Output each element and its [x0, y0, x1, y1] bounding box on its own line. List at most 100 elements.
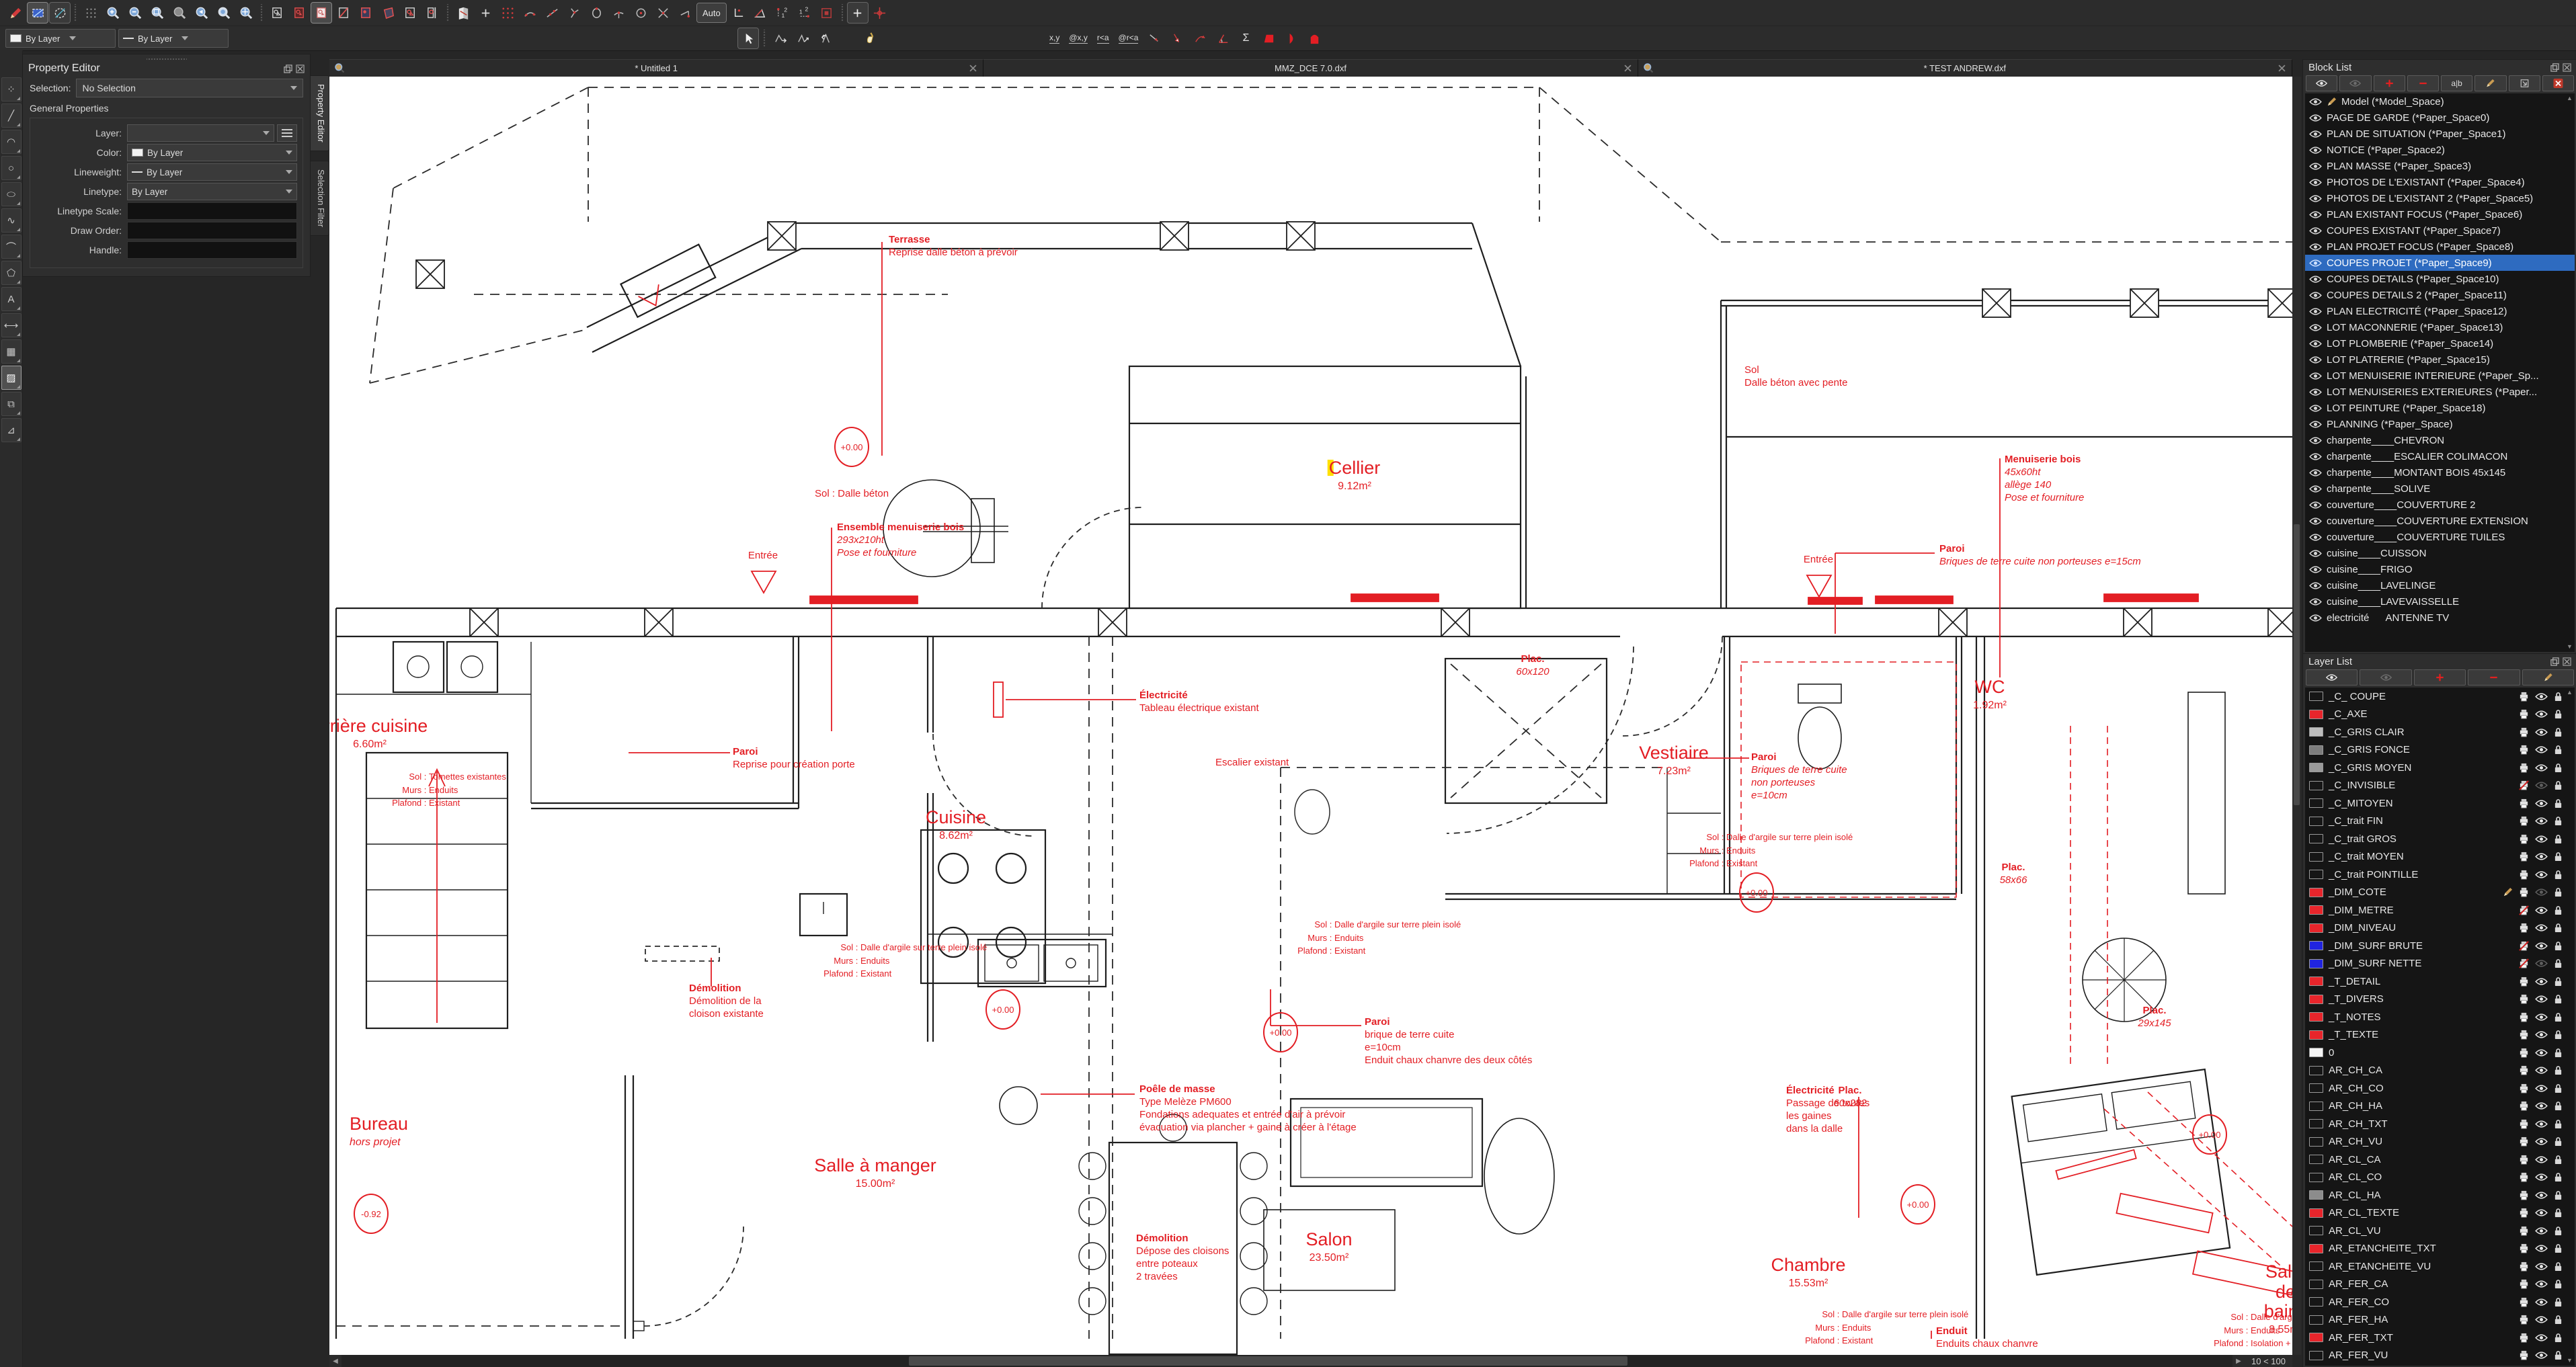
- lock-icon[interactable]: [2554, 870, 2563, 880]
- layer-list-item[interactable]: AR_CL_CO: [2305, 1169, 2575, 1187]
- printer-icon[interactable]: [2519, 977, 2529, 987]
- eye-icon[interactable]: [2309, 485, 2322, 493]
- printer-icon[interactable]: [2519, 1279, 2529, 1289]
- layer-list-item[interactable]: AR_CL_TEXTE: [2305, 1204, 2575, 1223]
- lock-icon[interactable]: [2554, 1119, 2563, 1129]
- printer-icon[interactable]: [2519, 727, 2529, 737]
- eye-icon[interactable]: [2309, 565, 2322, 574]
- pencil-icon[interactable]: [2327, 97, 2337, 107]
- delete-block-button[interactable]: [2542, 75, 2574, 91]
- delete-icon[interactable]: [2552, 79, 2564, 88]
- eye-icon[interactable]: [2309, 597, 2322, 606]
- layer-color-swatch[interactable]: [2309, 941, 2323, 951]
- printer-icon[interactable]: [2519, 1350, 2529, 1360]
- eye-icon[interactable]: [2309, 146, 2322, 155]
- eye-icon[interactable]: [2309, 452, 2322, 461]
- lock-icon[interactable]: [2554, 852, 2563, 862]
- lock-icon[interactable]: [2554, 1190, 2563, 1200]
- block-list-item[interactable]: LOT PLATRERIE (*Paper_Space15): [2305, 351, 2575, 368]
- block-list-item[interactable]: couverture____COUVERTURE 2: [2305, 497, 2575, 513]
- printer-icon[interactable]: [2519, 958, 2529, 969]
- layer-color-swatch[interactable]: [2309, 1279, 2323, 1289]
- lock-icon[interactable]: [2554, 1065, 2563, 1075]
- block-list-item[interactable]: PAGE DE GARDE (*Paper_Space0): [2305, 110, 2575, 126]
- handle-input[interactable]: [127, 241, 297, 259]
- block-list-item[interactable]: COUPES DETAILS 2 (*Paper_Space11): [2305, 287, 2575, 303]
- eye-icon[interactable]: [2309, 130, 2322, 138]
- printer-icon[interactable]: [2519, 852, 2529, 862]
- block-list-item[interactable]: LOT MACONNERIE (*Paper_Space13): [2305, 319, 2575, 335]
- tab-mmz-dce[interactable]: MMZ_DCE 7.0.dxf: [983, 59, 1638, 77]
- eye-icon[interactable]: [2535, 1084, 2548, 1093]
- eye-icon[interactable]: [2535, 959, 2548, 968]
- layer-color-swatch[interactable]: [2309, 798, 2323, 809]
- polygon-tool[interactable]: ⬠: [1, 261, 22, 285]
- printer-icon[interactable]: [2519, 887, 2529, 897]
- block-list-item[interactable]: electricité ANTENNE TV: [2305, 610, 2575, 626]
- eye-icon[interactable]: [2535, 817, 2548, 825]
- printer-icon[interactable]: [2519, 994, 2529, 1004]
- scroll-up-icon[interactable]: ▲: [2566, 95, 2573, 102]
- scroll-down-icon[interactable]: ▼: [2566, 643, 2573, 651]
- printer-icon[interactable]: [2519, 1297, 2529, 1307]
- coord-polar-button[interactable]: r<a: [1094, 29, 1113, 48]
- printer-icon[interactable]: [2519, 940, 2529, 951]
- eye-icon[interactable]: [2535, 1173, 2548, 1182]
- eye-icon[interactable]: [2309, 372, 2322, 380]
- lock-icon[interactable]: [2554, 834, 2563, 844]
- lock-icon[interactable]: [2554, 1155, 2563, 1165]
- close-panel-icon[interactable]: [2563, 63, 2571, 72]
- eye-icon[interactable]: [2309, 97, 2322, 106]
- point-order2-icon[interactable]: 12: [795, 3, 815, 23]
- eye-icon[interactable]: [2535, 745, 2548, 754]
- ucs-tool[interactable]: ⊿: [1, 418, 22, 442]
- snap-tangent-icon[interactable]: [542, 3, 562, 23]
- ellipse-tool[interactable]: ⬭: [1, 182, 22, 206]
- eye-icon[interactable]: [2309, 388, 2322, 397]
- float-panel-icon[interactable]: [2550, 63, 2559, 72]
- printer-icon[interactable]: [2519, 923, 2529, 933]
- lock-icon[interactable]: [2554, 1333, 2563, 1343]
- block-list-item[interactable]: cuisine____LAVELINGE: [2305, 577, 2575, 593]
- eye-icon[interactable]: [2535, 1155, 2548, 1164]
- printer-icon[interactable]: [2519, 905, 2529, 915]
- printer-icon[interactable]: [2519, 1048, 2529, 1058]
- eye-icon[interactable]: [2309, 243, 2322, 251]
- zoom-center-icon[interactable]: [236, 3, 256, 23]
- layer-color-swatch[interactable]: [2309, 852, 2323, 862]
- block-list-item[interactable]: LOT PLOMBERIE (*Paper_Space14): [2305, 335, 2575, 351]
- eye-icon[interactable]: [2309, 259, 2322, 267]
- eye-icon[interactable]: [2535, 781, 2548, 790]
- lock-icon[interactable]: [2554, 1208, 2563, 1218]
- lock-icon[interactable]: [2554, 994, 2563, 1004]
- tab-untitled1[interactable]: * Untitled 1: [329, 59, 984, 77]
- eye-icon[interactable]: [2535, 1102, 2548, 1110]
- snap-endpoint-icon[interactable]: [675, 3, 695, 23]
- printer-icon[interactable]: [2519, 1172, 2529, 1182]
- red-region-icon[interactable]: [817, 3, 837, 23]
- lock-icon[interactable]: [2554, 1350, 2563, 1360]
- add-icon[interactable]: [2434, 673, 2446, 682]
- layer-color-swatch[interactable]: [2309, 887, 2323, 897]
- printer-icon[interactable]: [2519, 1208, 2529, 1218]
- remove-icon[interactable]: [2488, 673, 2499, 682]
- add-plus-icon[interactable]: [475, 3, 495, 23]
- insert-block-button[interactable]: [2508, 75, 2540, 91]
- eye-icon[interactable]: [2309, 275, 2322, 284]
- pencil-icon[interactable]: [2485, 79, 2496, 88]
- layer-list-item[interactable]: _T_DETAIL: [2305, 972, 2575, 991]
- block-list-item[interactable]: PLAN DE SITUATION (*Paper_Space1): [2305, 126, 2575, 142]
- eye-icon[interactable]: [2309, 517, 2322, 526]
- block-list-item[interactable]: charpente____ESCALIER COLIMACON: [2305, 448, 2575, 464]
- zoom-previous-icon[interactable]: [192, 3, 212, 23]
- eye-icon[interactable]: [2535, 1227, 2548, 1235]
- eye-icon[interactable]: [2535, 1013, 2548, 1022]
- lasso-select-icon[interactable]: [49, 2, 71, 24]
- area-arch-icon[interactable]: [1304, 28, 1324, 48]
- layer-color-swatch[interactable]: [2309, 1172, 2323, 1182]
- insert-icon[interactable]: [2519, 79, 2530, 88]
- layer-color-swatch[interactable]: [2309, 1155, 2323, 1165]
- layer-color-swatch[interactable]: [2309, 1208, 2323, 1218]
- crosshair-red-icon[interactable]: [870, 3, 890, 23]
- lock-icon[interactable]: [2554, 780, 2563, 790]
